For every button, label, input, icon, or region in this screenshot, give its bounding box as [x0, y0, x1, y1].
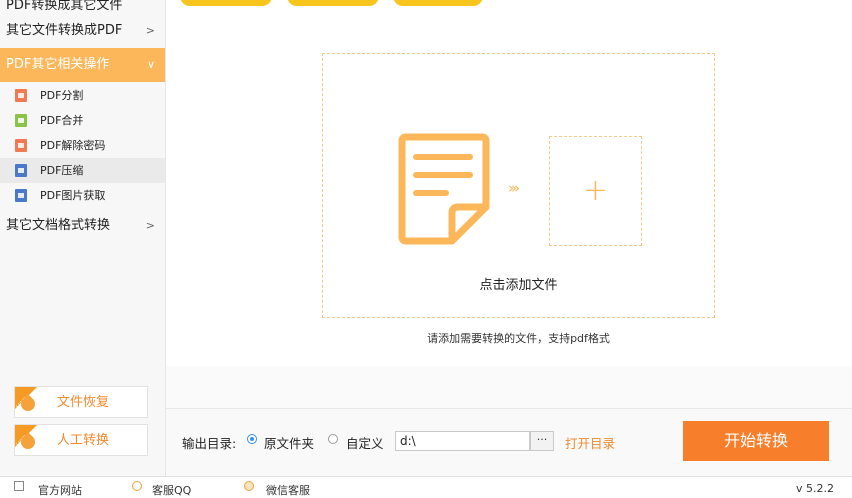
- radio-custom-folder-label[interactable]: 自定义: [346, 433, 384, 452]
- drop-zone-label: 点击添加文件: [479, 278, 558, 293]
- qq-icon: [132, 481, 142, 491]
- chevron-down-icon: ∨: [146, 58, 155, 71]
- pdf-unlock-icon: [15, 139, 27, 152]
- supported-format-hint: 请添加需要转换的文件，支持pdf格式: [427, 332, 610, 345]
- output-dir-label: 输出目录:: [182, 436, 237, 451]
- divider-band: [166, 366, 852, 408]
- sidebar-category-pdf-other-ops[interactable]: PDF其它相关操作 ∨: [0, 48, 165, 82]
- sidebar-item-pdf-merge[interactable]: PDF合并: [0, 108, 165, 133]
- sidebar-item-pdf-split[interactable]: PDF分割: [0, 83, 165, 108]
- footer: [0, 476, 852, 492]
- open-directory-link[interactable]: 打开目录: [565, 433, 615, 452]
- pdf-image-extract-icon: [15, 189, 27, 202]
- add-folder-button[interactable]: [287, 0, 379, 6]
- pdf-compress-icon: [15, 164, 27, 177]
- add-file-box[interactable]: +: [549, 136, 642, 246]
- website-icon: [14, 481, 24, 491]
- sidebar-category-label: 其它文档格式转换: [6, 218, 111, 233]
- version-label: v 5.2.2: [796, 482, 834, 495]
- document-icon: [398, 133, 490, 245]
- button-label: 文件恢复: [57, 395, 110, 410]
- sidebar-category-label: PDF其它相关操作: [6, 57, 110, 72]
- pdf-split-icon: [15, 89, 27, 102]
- sidebar-item-label: PDF压缩: [40, 164, 84, 177]
- sidebar-item-label: PDF解除密码: [40, 139, 106, 152]
- chevron-right-icon: >: [145, 24, 155, 37]
- sidebar-category-other-to-pdf[interactable]: 其它文件转换成PDF >: [0, 14, 165, 48]
- file-recovery-button[interactable]: HOT 文件恢复: [14, 386, 148, 418]
- start-convert-button[interactable]: 开始转换: [683, 421, 829, 461]
- sidebar-item-label: PDF分割: [40, 89, 84, 102]
- sidebar-item-label: PDF图片获取: [40, 189, 106, 202]
- button-label: 人工转换: [57, 433, 110, 448]
- plus-icon: +: [582, 173, 609, 208]
- browse-button[interactable]: ···: [530, 431, 554, 451]
- support-qq-link[interactable]: 客服QQ: [152, 482, 191, 498]
- sidebar-category-label: 其它文件转换成PDF: [6, 23, 123, 38]
- chevron-right-icon: >: [145, 219, 155, 232]
- sidebar-item-pdf-image-extract[interactable]: PDF图片获取: [0, 183, 165, 208]
- sidebar-item-pdf-unlock[interactable]: PDF解除密码: [0, 133, 165, 158]
- sidebar-category-other-doc-convert[interactable]: 其它文档格式转换 >: [0, 209, 165, 243]
- output-path-input[interactable]: [395, 431, 530, 451]
- wechat-support-link[interactable]: 微信客服: [266, 482, 310, 498]
- official-site-link[interactable]: 官方网站: [38, 482, 82, 498]
- sidebar-item-pdf-compress[interactable]: PDF压缩: [0, 158, 165, 183]
- sidebar-item-pdf-to-other[interactable]: PDF转换成其它文件: [0, 0, 165, 13]
- clear-list-button[interactable]: [393, 0, 483, 6]
- add-file-button[interactable]: [180, 0, 272, 6]
- radio-original-folder-label[interactable]: 原文件夹: [264, 433, 314, 452]
- arrow-right-icon: ›››: [508, 179, 520, 197]
- sidebar-item-label: PDF合并: [40, 114, 84, 127]
- radio-original-folder[interactable]: [247, 434, 257, 444]
- radio-custom-folder[interactable]: [328, 434, 338, 444]
- wechat-icon: [244, 481, 254, 491]
- pdf-merge-icon: [15, 114, 27, 127]
- manual-convert-button[interactable]: HOT 人工转换: [14, 424, 148, 456]
